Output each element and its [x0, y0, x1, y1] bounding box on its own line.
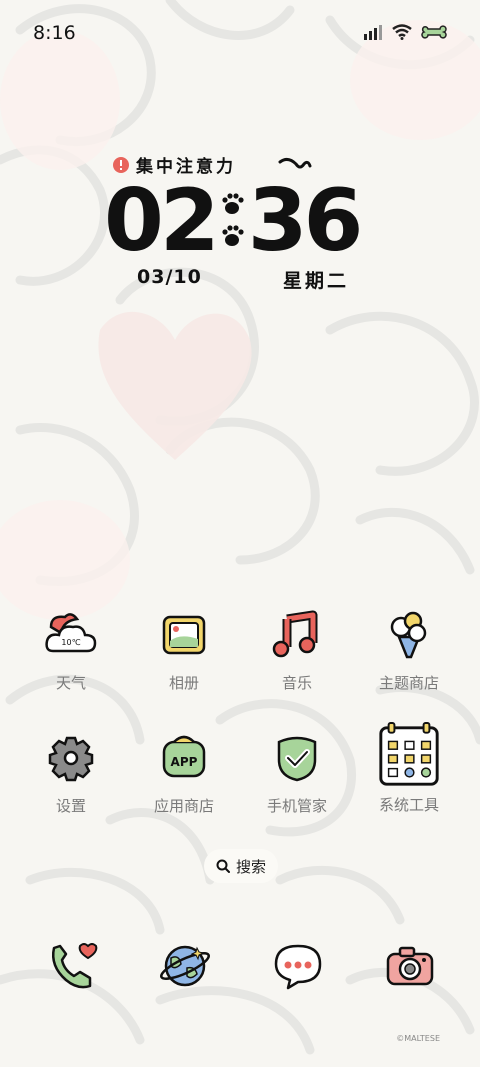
app-label: 音乐: [281, 674, 312, 692]
app-store-badge: APP: [171, 755, 198, 769]
weather-icon: 10℃: [45, 613, 97, 653]
messages-icon[interactable]: [270, 938, 326, 994]
status-time: 8:16: [33, 22, 76, 44]
app-label: 相册: [168, 674, 199, 692]
wifi-icon: [392, 24, 412, 40]
clock-hour: 02: [104, 171, 220, 271]
signal-icon: [364, 25, 382, 40]
weather-temp: 10℃: [61, 638, 80, 647]
clock-date: 03/10: [137, 266, 202, 288]
settings-icon: [48, 736, 94, 782]
clock-weekday: 星期二: [283, 270, 350, 292]
app-weather[interactable]: 10℃ 天气: [21, 607, 121, 693]
app-label: 手机管家: [266, 797, 327, 815]
app-label: 系统工具: [378, 796, 439, 814]
browser-icon[interactable]: [157, 938, 213, 994]
paw-separator-icon: [222, 193, 244, 246]
camera-icon[interactable]: [382, 938, 438, 994]
search-icon: [216, 859, 230, 873]
app-label: 应用商店: [153, 797, 214, 815]
watermark: ©MALTESE: [396, 1034, 440, 1043]
status-icons: [364, 24, 448, 40]
status-bar: 8:16: [0, 0, 480, 70]
app-label: 主题商店: [378, 674, 439, 692]
security-icon: [277, 736, 317, 782]
lock-clock[interactable]: 02 36: [104, 178, 384, 264]
battery-bone-icon: [421, 25, 447, 39]
app-music[interactable]: 音乐: [247, 607, 347, 693]
app-app-store[interactable]: APP 应用商店: [134, 730, 234, 816]
app-label: 设置: [55, 797, 86, 815]
app-theme-store[interactable]: 主题商店: [359, 607, 459, 693]
app-store-icon: APP: [162, 735, 206, 778]
app-gallery[interactable]: 相册: [134, 607, 234, 693]
app-system-tools[interactable]: 系统工具: [359, 722, 459, 815]
app-settings[interactable]: 设置: [21, 730, 121, 816]
app-label: 天气: [55, 674, 86, 692]
search-button[interactable]: 搜索: [204, 849, 278, 883]
search-label: 搜索: [235, 857, 266, 876]
phone-icon[interactable]: [44, 938, 100, 994]
clock-minute: 36: [247, 171, 364, 271]
music-icon: [272, 610, 318, 658]
gallery-icon: [162, 615, 206, 655]
theme-store-icon: [390, 611, 427, 659]
app-security[interactable]: 手机管家: [247, 730, 347, 816]
system-tools-icon: [379, 722, 439, 786]
